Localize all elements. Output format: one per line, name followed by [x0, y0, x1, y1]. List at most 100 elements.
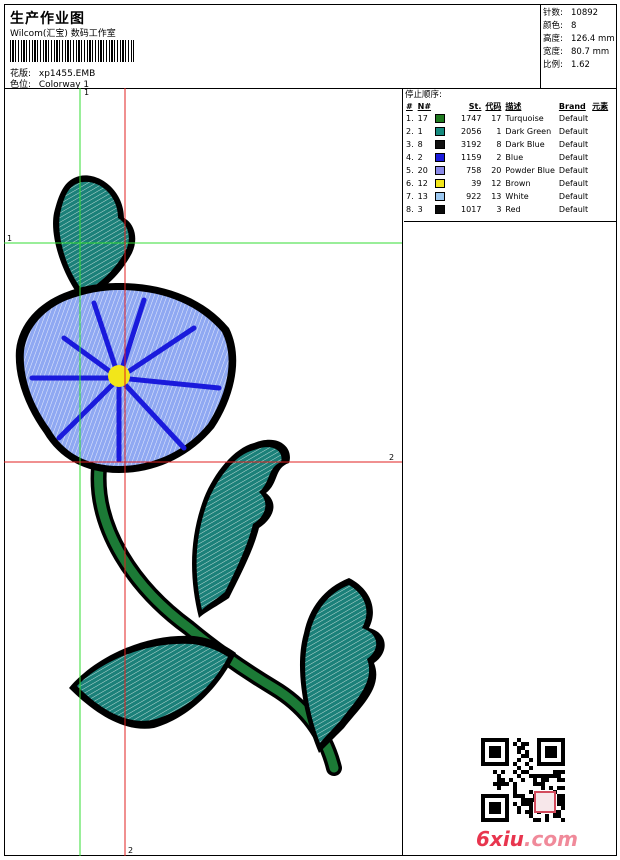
row-index: 6.	[406, 179, 414, 188]
row-code: 8	[496, 140, 502, 149]
row-stitches: 758	[466, 166, 482, 175]
row-stitches: 1017	[461, 205, 482, 214]
row-code: 12	[491, 179, 502, 188]
row-element	[590, 138, 610, 151]
stop-sequence-panel: 停止顺序: # N# St. 代码 描述 Brand 元素 1. 17 1747 17…	[404, 88, 617, 222]
guide-label-h2: 2	[389, 453, 395, 462]
guide-label-v1: 1	[84, 88, 90, 97]
row-needle: 17	[417, 114, 428, 123]
row-index: 8.	[406, 205, 414, 214]
row-code: 1	[496, 127, 502, 136]
row-color-cell	[433, 125, 459, 138]
site-watermark: 6xiu.com	[476, 827, 578, 851]
col-header-description: 描述	[505, 101, 522, 111]
row-brand: Default	[558, 179, 589, 188]
row-element	[590, 190, 610, 203]
stop-sequence-table: # N# St. 代码 描述 Brand 元素 1. 17 1747 17 Turquo…	[404, 100, 610, 216]
row-needle: 2	[417, 153, 423, 162]
guide-label-v2: 2	[128, 846, 134, 855]
row-index: 3.	[406, 140, 414, 149]
table-row: 6. 12 39 12 Brown Default	[404, 177, 610, 190]
table-row: 4. 2 1159 2 Blue Default	[404, 151, 610, 164]
row-description: Dark Green	[505, 127, 552, 136]
guide-label-h1: 1	[7, 234, 13, 243]
row-element	[590, 203, 610, 216]
watermark-name: 6xiu	[476, 827, 524, 851]
barcode	[10, 40, 134, 62]
row-index: 7.	[406, 192, 414, 201]
qr-code	[481, 738, 565, 822]
row-stitches: 3192	[461, 140, 482, 149]
stat-width: 宽度: 80.7 mm	[543, 47, 610, 57]
table-row: 5. 20 758 20 Powder Blue Default	[404, 164, 610, 177]
color-swatch	[435, 153, 446, 162]
row-description: Red	[505, 205, 521, 214]
row-description: Brown	[505, 179, 531, 188]
header-info: 生产作业图 Wilcom(汇宝) 数码工作室 花版: xp1455.EMB 色位…	[4, 4, 541, 90]
row-brand: Default	[558, 127, 589, 136]
studio-name: Wilcom(汇宝) 数码工作室	[10, 29, 116, 39]
row-index: 2.	[406, 127, 414, 136]
table-row: 2. 1 2056 1 Dark Green Default	[404, 125, 610, 138]
row-element	[590, 112, 610, 125]
col-header-code: 代码	[485, 101, 502, 111]
row-needle: 1	[417, 127, 423, 136]
row-index: 4.	[406, 153, 414, 162]
row-brand: Default	[558, 166, 589, 175]
row-color-cell	[433, 190, 459, 203]
row-brand: Default	[558, 192, 589, 201]
row-code: 3	[496, 205, 502, 214]
row-brand: Default	[558, 205, 589, 214]
table-row: 7. 13 922 13 White Default	[404, 190, 610, 203]
col-header-element: 元素	[592, 101, 609, 111]
row-brand: Default	[558, 114, 589, 123]
stat-scale: 比例: 1.62	[543, 60, 590, 70]
row-description: Powder Blue	[505, 166, 555, 175]
row-stitches: 39	[471, 179, 482, 188]
row-code: 17	[491, 114, 502, 123]
col-header-needle: N#	[417, 101, 432, 111]
table-row: 3. 8 3192 8 Dark Blue Default	[404, 138, 610, 151]
row-color-cell	[433, 112, 459, 125]
flower-center	[108, 365, 130, 387]
row-stitches: 1747	[461, 114, 482, 123]
row-needle: 8	[417, 140, 423, 149]
row-color-cell	[433, 177, 459, 190]
page-title: 生产作业图	[10, 11, 85, 27]
row-color-cell	[433, 164, 459, 177]
row-color-cell	[433, 151, 459, 164]
row-needle: 12	[417, 179, 428, 188]
row-element	[590, 151, 610, 164]
color-swatch	[435, 114, 446, 123]
row-code: 2	[496, 153, 502, 162]
row-stitches: 1159	[461, 153, 482, 162]
row-code: 20	[491, 166, 502, 175]
row-element	[590, 177, 610, 190]
row-color-cell	[433, 203, 459, 216]
flower-head	[15, 283, 237, 473]
col-header-brand: Brand	[558, 101, 586, 111]
row-description: Turquoise	[505, 114, 544, 123]
row-stitches: 922	[466, 192, 482, 201]
row-needle: 13	[417, 192, 428, 201]
table-header-row: # N# St. 代码 描述 Brand 元素	[404, 100, 610, 112]
col-header-index: #	[406, 101, 413, 111]
right-leaf	[196, 447, 282, 610]
watermark-domain: .com	[523, 827, 578, 851]
row-description: Dark Blue	[505, 140, 545, 149]
color-swatch	[435, 192, 446, 201]
color-swatch	[435, 127, 446, 136]
row-description: White	[505, 192, 529, 201]
row-element	[590, 164, 610, 177]
row-index: 1.	[406, 114, 414, 123]
table-row: 1. 17 1747 17 Turquoise Default	[404, 112, 610, 125]
stat-stitches: 针数: 10892	[543, 8, 599, 18]
row-brand: Default	[558, 140, 589, 149]
stat-height: 高度: 126.4 mm	[543, 34, 615, 44]
stat-colors: 颜色: 8	[543, 21, 577, 31]
col-header-stitches: St.	[468, 101, 482, 111]
stop-sequence-title: 停止顺序:	[405, 90, 442, 100]
row-brand: Default	[558, 153, 589, 162]
embroidery-artwork	[4, 88, 402, 856]
design-preview: 1 1 2 2	[4, 88, 403, 856]
